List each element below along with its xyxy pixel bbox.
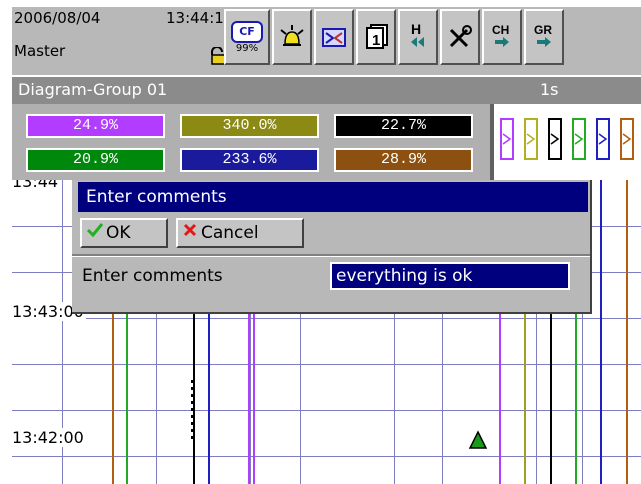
check-icon [86,220,104,246]
grid-line [12,456,641,457]
grid-line [12,318,641,319]
dialog-title: Enter comments [78,182,588,212]
time-label: 13:42:00 [12,428,86,447]
comment-input[interactable]: everything is ok [330,262,570,290]
display-page-icon: 1 [361,22,391,52]
bar-marker [548,118,562,160]
message-icon [319,22,349,52]
bar-marker [572,118,586,160]
event-marker-icon [468,430,488,454]
svg-text:GR: GR [534,23,552,37]
channel-button[interactable]: CH [482,9,522,65]
svg-text:1: 1 [372,32,380,49]
bar-marker [596,118,610,160]
cf-card-button[interactable]: CF 99% [224,9,270,65]
alarm-button[interactable] [272,9,312,65]
channel-value: 22.7% [334,114,473,138]
grid-line [12,364,641,365]
date-display: 2006/08/04 [14,9,101,27]
group-icon: GR [529,20,559,54]
time-label: 13:44 [12,180,61,191]
ok-button-label: OK [106,223,131,243]
trend-line [626,180,628,484]
user-name: Master [14,42,66,60]
tools-icon [445,22,475,52]
svg-text:CH: CH [492,23,509,37]
cancel-button[interactable]: Cancel [176,218,304,248]
svg-text:H: H [411,21,421,37]
sample-interval: 1s [540,80,559,99]
status-bar: 2006/08/04 13:44:10 Master CF 99% 1 H CH… [12,7,641,75]
display-button[interactable]: 1 [356,9,396,65]
channel-value: 340.0% [180,114,319,138]
channel-value: 28.9% [334,148,473,172]
cf-usage: 99% [235,42,259,54]
tools-button[interactable] [440,9,480,65]
history-button[interactable]: H [398,9,438,65]
close-icon [182,220,198,246]
bar-marker [524,118,538,160]
ok-button[interactable]: OK [80,218,168,248]
grid-line [12,410,641,411]
trend-dots [191,380,194,442]
cancel-button-label: Cancel [201,223,259,243]
cf-card-icon: CF [231,20,263,43]
group-button[interactable]: GR [524,9,564,65]
dialog-divider [72,254,590,257]
comment-dialog: Enter comments OK Cancel Enter comments … [72,180,592,314]
bar-graph-panel [494,104,641,180]
group-name: Diagram-Group 01 [18,80,168,99]
channel-value: 233.6% [180,148,319,172]
comment-field-label: Enter comments [82,266,223,286]
channel-value: 20.9% [26,148,165,172]
message-button[interactable] [314,9,354,65]
group-header: Diagram-Group 01 1s [12,77,641,104]
trend-line [600,180,602,484]
bar-marker [620,118,634,160]
bar-marker [500,118,514,160]
channel-value: 24.9% [26,114,165,138]
history-icon: H [403,20,433,54]
alarm-bell-icon [277,22,307,52]
channel-icon: CH [487,20,517,54]
